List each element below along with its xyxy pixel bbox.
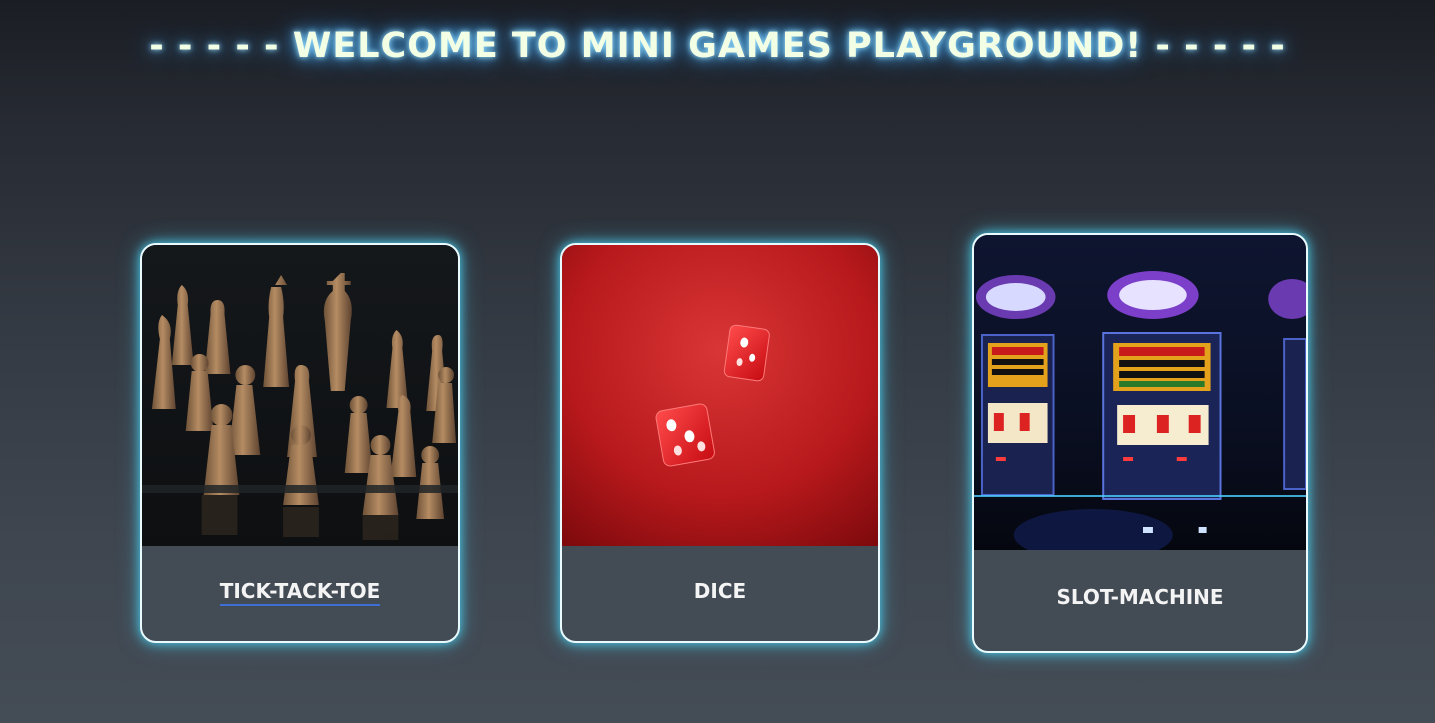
game-link-slot-machine[interactable]: SLOT-MACHINE <box>974 585 1306 609</box>
game-card-dice[interactable]: DICE <box>560 243 880 643</box>
red-dice-image[interactable] <box>562 245 878 546</box>
game-link-dice[interactable]: DICE <box>562 579 878 603</box>
chess-pieces-image[interactable] <box>142 245 458 546</box>
game-card-tick-tack-toe[interactable]: TICK-TACK-TOE <box>140 243 460 643</box>
page-title: - - - - - WELCOME TO MINI GAMES PLAYGROU… <box>149 26 1286 66</box>
game-label-tick-tack-toe[interactable]: TICK-TACK-TOE <box>219 579 381 606</box>
game-link-tick-tack-toe[interactable]: TICK-TACK-TOE <box>142 579 458 606</box>
game-card-slot-machine[interactable]: SLOT-MACHINE <box>972 233 1308 653</box>
slot-machines-image[interactable] <box>974 235 1306 550</box>
